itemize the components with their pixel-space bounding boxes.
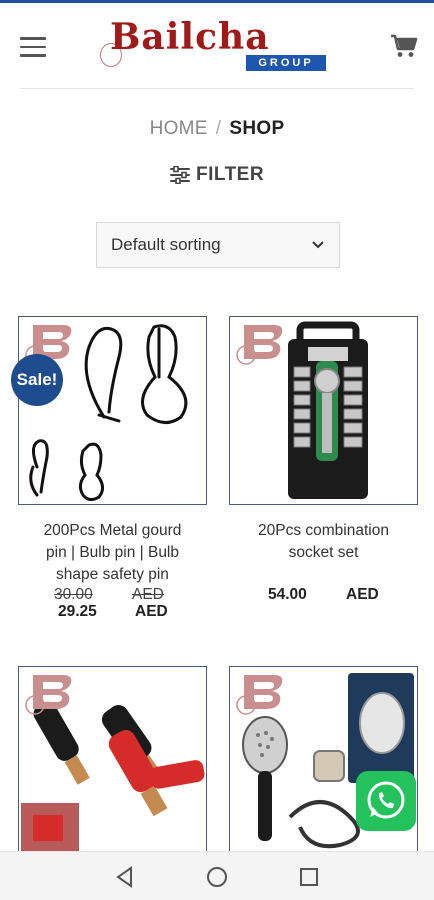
back-triangle-icon[interactable] <box>112 864 138 890</box>
product-image[interactable] <box>18 666 207 855</box>
price-currency: AED <box>135 603 168 620</box>
product-title-line: socket set <box>288 544 359 561</box>
price-old-currency: AED <box>132 586 164 603</box>
product-image[interactable] <box>18 316 207 505</box>
filter-label: FILTER <box>196 164 265 185</box>
system-nav-bar <box>0 851 434 900</box>
recents-square-icon[interactable] <box>296 864 322 890</box>
sale-badge: Sale! <box>11 354 63 406</box>
header-divider <box>20 88 414 89</box>
breadcrumb-separator: / <box>215 118 222 139</box>
chevron-down-icon <box>312 241 324 249</box>
site-header: Bailcha GROUP <box>0 3 434 87</box>
cart-icon[interactable] <box>390 33 418 59</box>
product-title-line: 200Pcs Metal gourd <box>43 522 182 539</box>
brand-watermark <box>236 675 283 715</box>
sort-select[interactable]: Default sorting <box>96 222 340 268</box>
brand-watermark <box>236 325 283 365</box>
logo-group-tag: GROUP <box>246 55 326 71</box>
filter-button[interactable]: FILTER <box>170 162 264 188</box>
breadcrumb: HOME / SHOP <box>0 118 434 140</box>
breadcrumb-current: SHOP <box>229 118 285 139</box>
breadcrumb-home-link[interactable]: HOME <box>150 118 208 139</box>
sort-selected-value: Default sorting <box>111 235 221 254</box>
sliders-icon <box>170 166 190 184</box>
product-image[interactable] <box>229 316 418 505</box>
product-title-line: pin | Bulb pin | Bulb <box>46 544 179 561</box>
brand-watermark <box>25 675 72 715</box>
price-currency: AED <box>346 586 379 603</box>
price-old: 30.00 <box>54 586 93 603</box>
product-title[interactable]: 20Pcs combination socket set <box>229 520 418 564</box>
home-circle-icon[interactable] <box>204 864 230 890</box>
whatsapp-icon[interactable] <box>356 771 416 831</box>
hamburger-icon[interactable] <box>20 37 46 57</box>
product-title-line: 20Pcs combination <box>258 522 389 539</box>
product-title-line: shape safety pin <box>56 566 169 583</box>
product-title[interactable]: 200Pcs Metal gourd pin | Bulb pin | Bulb… <box>18 520 207 586</box>
price-current: 54.00 <box>268 586 307 603</box>
logo-wordmark: Bailcha <box>110 16 270 58</box>
site-logo[interactable]: Bailcha GROUP <box>100 17 332 75</box>
price-current: 29.25 <box>58 603 97 620</box>
